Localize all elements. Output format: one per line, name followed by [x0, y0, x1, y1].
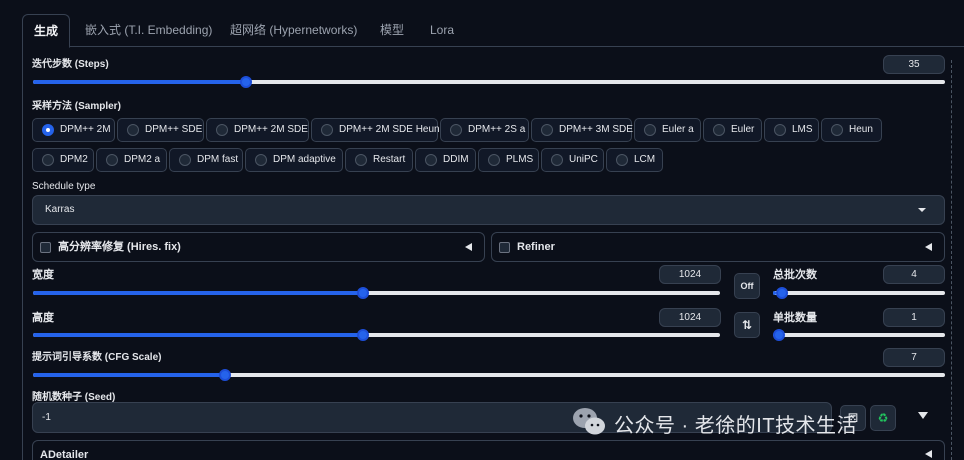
collapse-arrow-icon[interactable] — [925, 450, 932, 458]
radio-selected-icon — [42, 124, 54, 136]
sampler-option-dpmpp-2m[interactable]: DPM++ 2M — [32, 118, 115, 142]
batch-size-slider[interactable] — [773, 328, 945, 342]
radio-icon — [616, 154, 628, 166]
collapse-arrow-icon[interactable] — [465, 243, 472, 251]
batch-size-label: 单批数量 — [773, 312, 817, 324]
radio-icon — [127, 124, 139, 136]
chevron-down-icon — [918, 208, 926, 212]
tab-lora[interactable]: Lora — [419, 14, 465, 47]
wechat-icon — [571, 406, 607, 438]
radio-icon — [42, 154, 54, 166]
radio-icon — [774, 124, 786, 136]
sampler-option-heun[interactable]: Heun — [821, 118, 882, 142]
sampler-label: 采样方法 (Sampler) — [32, 101, 121, 112]
radio-icon — [551, 154, 563, 166]
sampler-option-plms[interactable]: PLMS — [478, 148, 539, 172]
batch-count-label: 总批次数 — [773, 269, 817, 281]
schedule-type-dropdown[interactable]: Karras — [32, 195, 945, 225]
sampler-option-dpm2-a[interactable]: DPM2 a — [96, 148, 167, 172]
sampler-option-dpm2[interactable]: DPM2 — [32, 148, 94, 172]
cfg-scale-input[interactable]: 7 — [883, 348, 945, 367]
watermark-text: 公众号 · 老徐的IT技术生活 — [614, 415, 858, 437]
panel-divider — [951, 60, 952, 460]
radio-icon — [450, 124, 462, 136]
collapse-arrow-icon[interactable] — [925, 243, 932, 251]
tab-models[interactable]: 模型 — [369, 14, 415, 47]
sampler-option-euler-a[interactable]: Euler a — [634, 118, 701, 142]
steps-input[interactable]: 35 — [883, 55, 945, 74]
slider-thumb[interactable] — [773, 329, 785, 341]
extra-seed-toggle[interactable] — [918, 412, 928, 419]
sampler-option-dpmpp-sde[interactable]: DPM++ SDE — [117, 118, 204, 142]
swap-dimensions-button[interactable]: ⇅ — [734, 312, 760, 338]
width-label: 宽度 — [32, 269, 54, 281]
radio-icon — [644, 124, 656, 136]
tab-generate[interactable]: 生成 — [22, 14, 71, 48]
sampler-option-dpm-adaptive[interactable]: DPM adaptive — [245, 148, 343, 172]
cfg-scale-label: 提示词引导系数 (CFG Scale) — [32, 352, 162, 363]
sampler-option-dpm-fast[interactable]: DPM fast — [169, 148, 243, 172]
radio-icon — [106, 154, 118, 166]
reuse-seed-button[interactable]: ♻ — [870, 405, 896, 431]
sampler-option-dpmpp-2m-sde[interactable]: DPM++ 2M SDE — [206, 118, 309, 142]
slider-thumb[interactable] — [776, 287, 789, 299]
steps-label: 迭代步数 (Steps) — [32, 59, 109, 70]
seed-label: 随机数种子 (Seed) — [32, 392, 116, 403]
sampler-option-lms[interactable]: LMS — [764, 118, 819, 142]
cfg-scale-slider[interactable] — [33, 368, 945, 382]
refiner-label: Refiner — [517, 241, 555, 253]
swap-vertical-icon: ⇅ — [741, 318, 753, 332]
off-button[interactable]: Off — [734, 273, 760, 299]
radio-icon — [321, 124, 333, 136]
hires-fix-label: 高分辨率修复 (Hires. fix) — [58, 241, 181, 253]
sampler-option-ddim[interactable]: DDIM — [415, 148, 476, 172]
slider-thumb[interactable] — [219, 369, 232, 381]
tab-hypernetworks[interactable]: 超网络 (Hypernetworks) — [219, 14, 368, 47]
panel-border — [22, 47, 23, 460]
slider-thumb[interactable] — [356, 287, 369, 299]
steps-slider[interactable] — [33, 75, 945, 89]
radio-icon — [831, 124, 843, 136]
sampler-radio-group: DPM++ 2M DPM++ SDE DPM++ 2M SDE DPM++ 2M… — [32, 118, 932, 176]
radio-icon — [255, 154, 267, 166]
sampler-option-lcm[interactable]: LCM — [606, 148, 663, 172]
adetailer-accordion[interactable]: ADetailer — [32, 440, 945, 460]
adetailer-label: ADetailer — [40, 449, 89, 460]
radio-icon — [713, 124, 725, 136]
sampler-option-dpmpp-3m-sde[interactable]: DPM++ 3M SDE — [531, 118, 633, 142]
schedule-type-label: Schedule type — [32, 181, 96, 192]
width-slider[interactable] — [33, 286, 720, 300]
batch-count-slider[interactable] — [773, 286, 945, 300]
refiner-accordion[interactable]: Refiner — [491, 232, 945, 262]
batch-size-input[interactable]: 1 — [883, 308, 945, 327]
sampler-option-euler[interactable]: Euler — [703, 118, 762, 142]
tab-embedding[interactable]: 嵌入式 (T.I. Embedding) — [74, 14, 223, 47]
height-label: 高度 — [32, 312, 54, 324]
radio-icon — [216, 124, 228, 136]
height-input[interactable]: 1024 — [659, 308, 721, 327]
hires-fix-checkbox[interactable] — [40, 242, 51, 253]
tab-bar: 生成 嵌入式 (T.I. Embedding) 超网络 (Hypernetwor… — [22, 14, 964, 48]
height-slider[interactable] — [33, 328, 720, 342]
batch-count-input[interactable]: 4 — [883, 265, 945, 284]
refiner-checkbox[interactable] — [499, 242, 510, 253]
hires-fix-accordion[interactable]: 高分辨率修复 (Hires. fix) — [32, 232, 485, 262]
sampler-option-restart[interactable]: Restart — [345, 148, 413, 172]
sampler-option-dpmpp-2m-sde-heun[interactable]: DPM++ 2M SDE Heun — [311, 118, 440, 142]
radio-icon — [425, 154, 437, 166]
slider-thumb[interactable] — [240, 76, 253, 88]
recycle-icon: ♻ — [877, 411, 889, 425]
width-input[interactable]: 1024 — [659, 265, 721, 284]
radio-icon — [355, 154, 367, 166]
radio-icon — [541, 124, 553, 136]
radio-icon — [179, 154, 191, 166]
sampler-option-dpmpp-2s-a[interactable]: DPM++ 2S a — [440, 118, 529, 142]
slider-thumb[interactable] — [356, 329, 369, 341]
radio-icon — [488, 154, 500, 166]
schedule-type-value: Karras — [45, 204, 75, 215]
sampler-option-unipc[interactable]: UniPC — [541, 148, 604, 172]
